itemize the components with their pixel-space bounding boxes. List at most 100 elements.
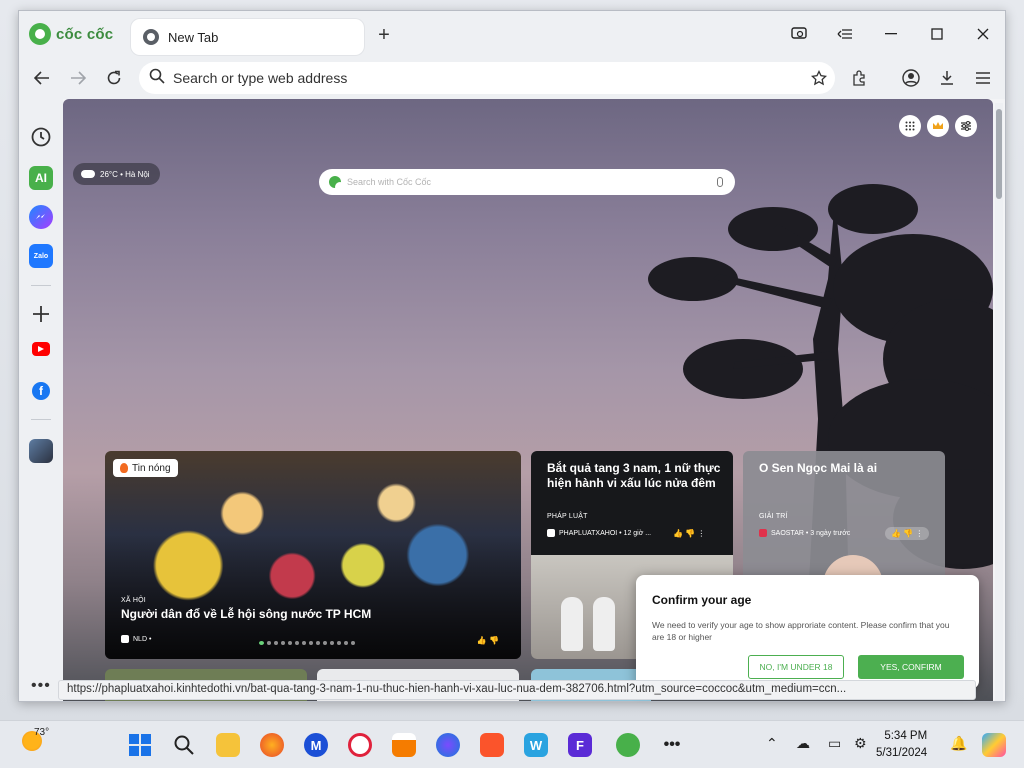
new-tab-button[interactable]: +: [373, 25, 395, 47]
news-card-hero[interactable]: Tin nóng XÃ HỘI Người dân đổ về Lễ hội s…: [105, 451, 521, 659]
display-icon[interactable]: ▭: [828, 735, 841, 752]
sidebar-more-icon[interactable]: •••: [31, 677, 51, 695]
clock-time: 5:34 PM: [884, 730, 928, 742]
apps-grid-icon[interactable]: [899, 115, 921, 137]
search-placeholder: Search with Cốc Cốc: [347, 177, 432, 187]
weather-widget[interactable]: 26°C • Hà Nội: [73, 163, 160, 185]
source-logo-icon: [121, 635, 129, 643]
microphone-icon[interactable]: [717, 177, 723, 187]
carousel-dot[interactable]: [259, 641, 264, 645]
reload-button[interactable]: [101, 66, 127, 90]
vlc-icon[interactable]: [392, 733, 416, 757]
copilot-icon[interactable]: [982, 733, 1006, 757]
system-clock[interactable]: 5:34 PM 5/31/2024: [876, 728, 927, 762]
settings-sliders-icon[interactable]: [955, 115, 977, 137]
news-source: NLD •: [121, 635, 151, 643]
under-18-button[interactable]: NO, I'M UNDER 18: [748, 655, 844, 679]
carousel-dot[interactable]: [295, 641, 299, 645]
profile-avatar-icon[interactable]: [29, 439, 53, 463]
address-bar[interactable]: Search or type web address: [139, 62, 835, 94]
back-button[interactable]: [29, 66, 55, 90]
news-card-3[interactable]: O Sen Ngọc Mai là ai GIẢI TRÍ SAOSTAR • …: [743, 451, 945, 591]
left-sidebar: AI Zalo f: [19, 99, 63, 701]
f-app-icon[interactable]: F: [568, 733, 592, 757]
news-source: PHAPLUATXAHOI • 12 giờ ...: [547, 529, 651, 537]
screen-capture-icon[interactable]: [785, 23, 813, 45]
profile-icon[interactable]: [899, 66, 923, 90]
address-bar-placeholder: Search or type web address: [173, 70, 348, 86]
person-figure: [593, 597, 615, 651]
carousel-dot[interactable]: [302, 641, 306, 645]
notification-bell-icon[interactable]: 🔔: [950, 735, 967, 752]
brave-icon[interactable]: [480, 733, 504, 757]
volume-icon[interactable]: ⚙: [854, 735, 867, 752]
extensions-icon[interactable]: [847, 66, 871, 90]
coccoc-favicon-icon: [143, 29, 159, 45]
coccoc-search-box[interactable]: Search with Cốc Cốc: [319, 169, 735, 195]
search-icon[interactable]: [172, 733, 196, 757]
browser-app-icon[interactable]: [436, 733, 460, 757]
carousel-dot[interactable]: [267, 641, 271, 645]
taskbar-weather[interactable]: 73°: [22, 727, 49, 751]
menu-icon[interactable]: [971, 66, 995, 90]
carousel-dot[interactable]: [330, 641, 334, 645]
zalo-label: Zalo: [33, 252, 49, 260]
zalo-icon[interactable]: Zalo: [29, 244, 53, 268]
carousel-dot[interactable]: [309, 641, 313, 645]
like-dislike-icons[interactable]: 👍 👎 ⋮: [885, 527, 930, 540]
browser-toolbar: Search or type web address: [19, 57, 1005, 99]
tab-list-icon[interactable]: [831, 23, 859, 45]
close-button[interactable]: [969, 23, 997, 45]
network-off-icon[interactable]: ☁: [796, 735, 810, 752]
scrollbar-thumb[interactable]: [996, 109, 1002, 199]
confirm-age-button[interactable]: YES, CONFIRM: [858, 655, 964, 679]
carousel-dot[interactable]: [344, 641, 348, 645]
news-source: SAOSTAR • 3 ngày trước: [759, 529, 850, 537]
file-explorer-icon[interactable]: [216, 733, 240, 757]
messenger-icon[interactable]: [29, 205, 53, 229]
news-headline: O Sen Ngọc Mai là ai: [759, 461, 878, 475]
news-headline: Người dân đổ về Lễ hội sông nước TP HCM: [121, 607, 372, 621]
add-shortcut-icon[interactable]: [29, 302, 53, 326]
crown-icon[interactable]: [927, 115, 949, 137]
w-app-icon[interactable]: W: [524, 733, 548, 757]
carousel-dot[interactable]: [316, 641, 320, 645]
age-confirm-dialog: Confirm your age We need to verify your …: [636, 575, 979, 689]
youtube-icon[interactable]: [32, 342, 50, 356]
more-apps-icon[interactable]: •••: [660, 733, 684, 757]
coccoc-taskbar-icon[interactable]: [616, 733, 640, 757]
ai-assistant-icon[interactable]: AI: [29, 166, 53, 190]
carousel-dots[interactable]: [259, 641, 355, 645]
news-source-text: NLD •: [133, 635, 152, 643]
ai-label: AI: [35, 171, 47, 185]
start-button[interactable]: [128, 733, 152, 757]
maximize-button[interactable]: [923, 23, 951, 45]
like-dislike-icons[interactable]: 👍 👎: [477, 636, 499, 645]
facebook-icon[interactable]: f: [32, 382, 50, 400]
news-headline: Bắt quả tang 3 nam, 1 nữ thực hiện hành …: [547, 461, 721, 490]
opera-icon[interactable]: [348, 733, 372, 757]
carousel-dot[interactable]: [281, 641, 285, 645]
carousel-dot[interactable]: [337, 641, 341, 645]
carousel-dot[interactable]: [323, 641, 327, 645]
news-source-text: PHAPLUATXAHOI • 12 giờ ...: [559, 529, 652, 537]
person-figure: [561, 597, 583, 651]
history-icon[interactable]: [29, 125, 53, 149]
malwarebytes-icon[interactable]: M: [304, 733, 328, 757]
weather-text: 26°C • Hà Nội: [100, 169, 150, 179]
forward-button[interactable]: [65, 66, 91, 90]
download-icon[interactable]: [935, 66, 959, 90]
clock-date: 5/31/2024: [876, 747, 928, 759]
carousel-dot[interactable]: [274, 641, 278, 645]
page-scrollbar[interactable]: [995, 103, 1003, 701]
minimize-button[interactable]: [877, 23, 905, 45]
coccoc-logo[interactable]: cốc cốc: [29, 23, 113, 45]
like-dislike-icons[interactable]: 👍 👎 ⋮: [673, 529, 705, 538]
bookmark-star-icon[interactable]: [807, 66, 831, 90]
chevron-up-icon[interactable]: ⌃: [766, 735, 778, 752]
title-bar: cốc cốc New Tab +: [19, 11, 1005, 57]
carousel-dot[interactable]: [288, 641, 292, 645]
tab-new-tab[interactable]: New Tab: [131, 19, 364, 55]
firefox-icon[interactable]: [260, 733, 284, 757]
carousel-dot[interactable]: [351, 641, 355, 645]
